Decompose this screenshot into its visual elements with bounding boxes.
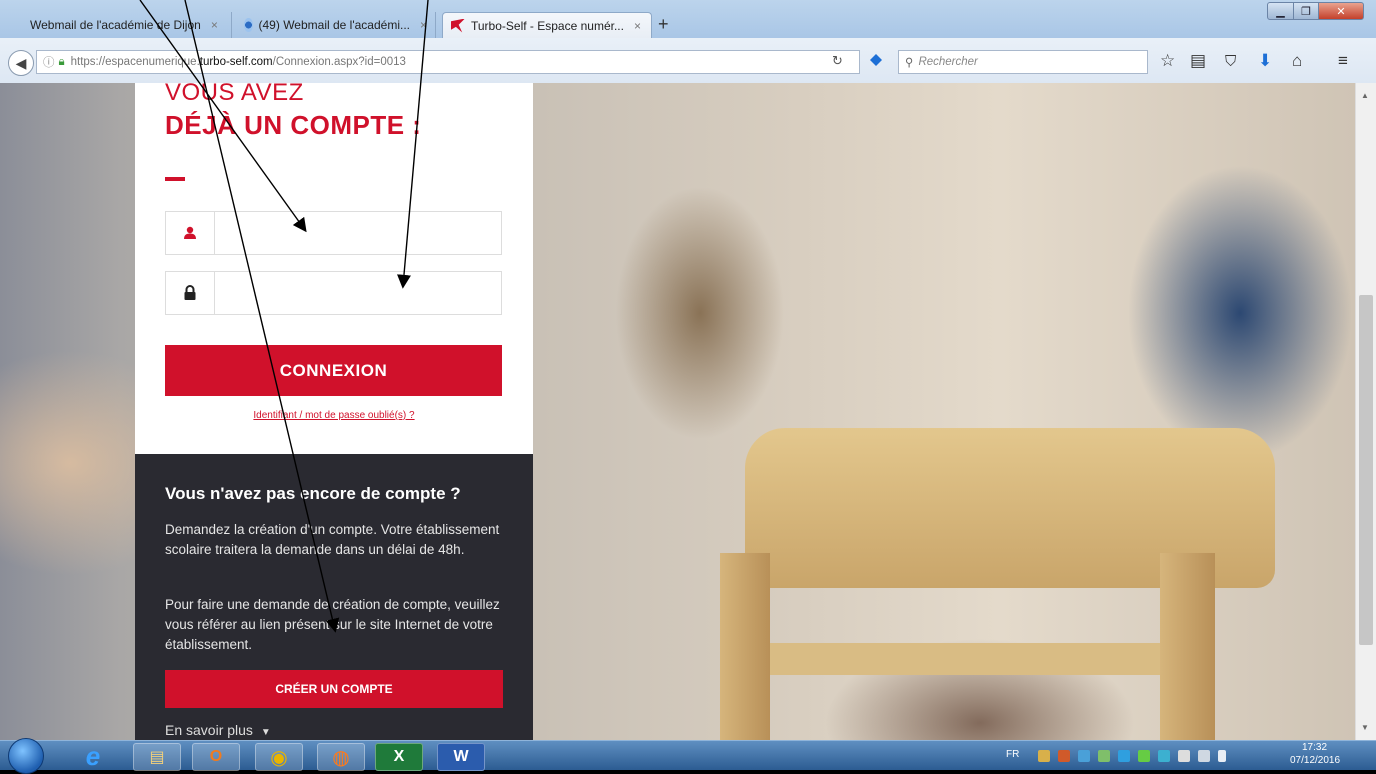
background-chair-leg bbox=[1160, 553, 1215, 740]
home-icon[interactable]: ⌂ bbox=[1292, 51, 1302, 71]
tab-label: Turbo-Self - Espace numér... bbox=[471, 18, 624, 33]
scrollbar-thumb[interactable] bbox=[1359, 295, 1373, 645]
search-placeholder: Rechercher bbox=[918, 56, 978, 68]
tray-app-icon[interactable] bbox=[1118, 750, 1130, 762]
windows-taskbar: e ▤ O ◉ ◍ X W FR 17:32 07/12/2016 bbox=[0, 738, 1376, 774]
excel-icon[interactable]: X bbox=[375, 743, 423, 771]
page-content: VOUS AVEZ DÉJÀ UN COMPTE : CONNEXION Ide… bbox=[0, 83, 1355, 740]
url-prefix: https://espacenumerique. bbox=[70, 56, 200, 68]
lock-icon: 🔒︎ bbox=[58, 55, 65, 68]
create-account-button[interactable]: CRÉER UN COMPTE bbox=[165, 670, 503, 708]
clock-time[interactable]: 17:32 bbox=[1302, 742, 1327, 753]
chevron-down-icon: ▼ bbox=[260, 727, 271, 738]
turbo-self-favicon-icon bbox=[451, 18, 465, 33]
scroll-down-arrow-icon[interactable]: ▼ bbox=[1361, 723, 1369, 732]
connexion-button[interactable]: CONNEXION bbox=[165, 345, 502, 396]
outlook-icon[interactable]: O bbox=[192, 743, 240, 771]
forgot-credentials-link[interactable]: Identifiant / mot de passe oublié(s) ? bbox=[135, 410, 533, 421]
clock-date[interactable]: 07/12/2016 bbox=[1290, 755, 1340, 766]
file-explorer-icon[interactable]: ▤ bbox=[133, 743, 181, 771]
learn-more-link[interactable]: En savoir plus ▼ bbox=[165, 722, 271, 738]
download-icon[interactable]: ⬇ bbox=[1258, 51, 1272, 71]
firefox-icon[interactable]: ◍ bbox=[317, 743, 365, 771]
minimize-button[interactable]: ▁ bbox=[1267, 2, 1294, 20]
action-center-flag-icon[interactable] bbox=[1178, 750, 1190, 762]
tray-app-icon[interactable] bbox=[1038, 750, 1050, 762]
signup-paragraph-1: Demandez la création d'un compte. Votre … bbox=[165, 522, 500, 557]
tab-close-icon[interactable]: × bbox=[420, 18, 427, 32]
tab-close-icon[interactable]: × bbox=[211, 18, 218, 32]
tab-turbo-self[interactable]: Turbo-Self - Espace numér... × bbox=[442, 12, 652, 38]
tab-close-icon[interactable]: × bbox=[634, 19, 641, 33]
bookmarks-library-icon[interactable]: ▤ bbox=[1190, 51, 1206, 71]
login-heading-line2: DÉJÀ UN COMPTE : bbox=[165, 110, 422, 140]
tray-app-icon[interactable] bbox=[1098, 750, 1110, 762]
webmail-favicon-icon bbox=[244, 18, 253, 32]
network-icon[interactable] bbox=[1198, 750, 1210, 762]
signup-title: Vous n'avez pas encore de compte ? bbox=[165, 484, 461, 503]
user-icon bbox=[166, 212, 215, 254]
bookmark-star-icon[interactable]: ☆ bbox=[1160, 51, 1175, 71]
scroll-up-arrow-icon[interactable]: ▲ bbox=[1361, 91, 1369, 100]
tab-webmail-dijon[interactable]: Webmail de l'académie de Dijon × bbox=[22, 12, 232, 38]
maximize-button[interactable]: ❐ bbox=[1293, 2, 1319, 20]
reload-icon[interactable]: ↻ bbox=[832, 53, 843, 69]
volume-icon[interactable] bbox=[1218, 750, 1226, 762]
background-chair-rail bbox=[760, 643, 1180, 675]
tray-app-icon[interactable] bbox=[1158, 750, 1170, 762]
login-heading-line1: VOUS AVEZ bbox=[165, 83, 304, 106]
browser-tab-bar: Webmail de l'académie de Dijon × (49) We… bbox=[0, 0, 1376, 38]
tray-app-icon[interactable] bbox=[1058, 750, 1070, 762]
password-field[interactable] bbox=[165, 271, 502, 315]
password-input[interactable] bbox=[218, 278, 492, 310]
pocket-icon[interactable]: ⛉ bbox=[1225, 53, 1236, 70]
language-indicator[interactable]: FR bbox=[1006, 749, 1019, 760]
tab-label: (49) Webmail de l'académi... bbox=[258, 18, 410, 32]
username-input[interactable] bbox=[218, 218, 492, 250]
internet-explorer-icon[interactable]: e bbox=[70, 741, 116, 771]
signup-panel: Vous n'avez pas encore de compte ? Deman… bbox=[135, 454, 533, 740]
learn-more-label: En savoir plus bbox=[165, 722, 253, 738]
page-scrollbar[interactable]: ▲ ▼ bbox=[1355, 83, 1376, 740]
tray-app-icon[interactable] bbox=[1138, 750, 1150, 762]
search-bar[interactable]: ⚲ Rechercher bbox=[898, 50, 1148, 74]
padlock-icon bbox=[166, 272, 215, 314]
url-path: /Connexion.aspx?id=0013 bbox=[272, 56, 406, 68]
new-tab-button[interactable]: + bbox=[658, 14, 669, 35]
back-arrow-icon[interactable]: ◀ bbox=[8, 50, 34, 76]
tray-app-icon[interactable] bbox=[1078, 750, 1090, 762]
login-panel: VOUS AVEZ DÉJÀ UN COMPTE : CONNEXION Ide… bbox=[135, 83, 533, 454]
username-field[interactable] bbox=[165, 211, 502, 255]
url-host: turbo-self.com bbox=[199, 56, 273, 68]
background-chair-leg bbox=[720, 553, 770, 740]
info-icon[interactable]: ⓘ bbox=[43, 54, 55, 70]
signup-paragraph-2: Pour faire une demande de création de co… bbox=[165, 597, 500, 652]
menu-icon[interactable]: ≡ bbox=[1338, 51, 1348, 71]
heading-accent-bar bbox=[165, 177, 185, 181]
chrome-icon[interactable]: ◉ bbox=[255, 743, 303, 771]
word-icon[interactable]: W bbox=[437, 743, 485, 771]
tab-webmail-49[interactable]: (49) Webmail de l'académi... × bbox=[236, 12, 436, 38]
search-icon: ⚲ bbox=[905, 57, 914, 69]
tab-label: Webmail de l'académie de Dijon bbox=[30, 18, 201, 32]
address-bar[interactable]: ⓘ 🔒︎ https://espacenumerique. turbo-self… bbox=[36, 50, 860, 74]
close-window-button[interactable]: ✕ bbox=[1318, 2, 1364, 20]
